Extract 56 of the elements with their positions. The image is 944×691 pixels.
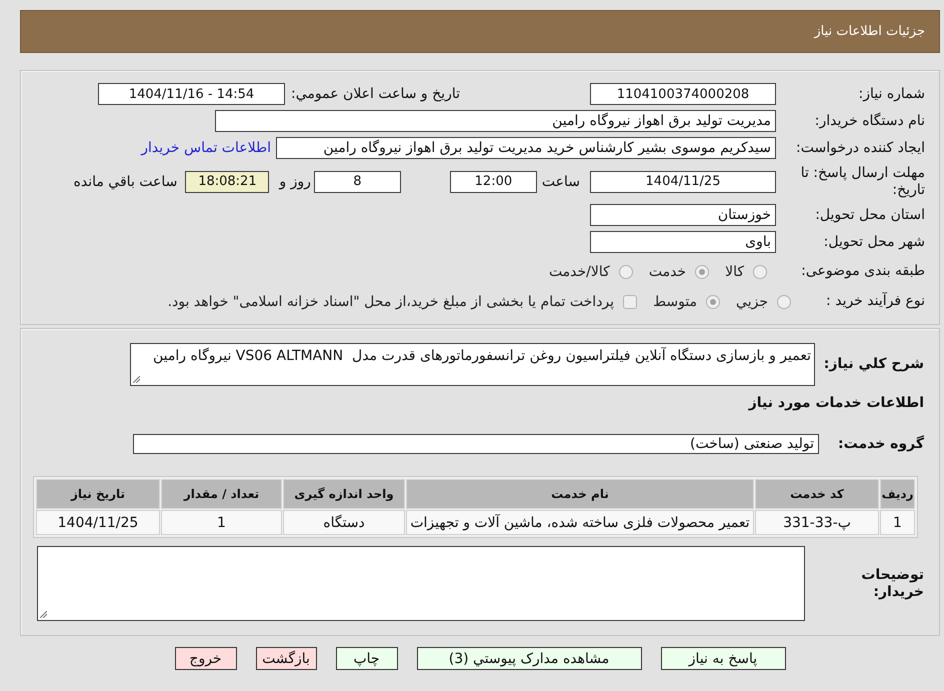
table-cell: تعمیر محصولات فلزی ساخته شده، ماشین آلات و تجهیزات [406, 510, 754, 535]
column-header: کد خدمت [755, 479, 879, 509]
resize-grip-icon[interactable] [133, 376, 140, 383]
field-label: روز و [279, 174, 311, 190]
service-group-field: تولید صنعتی (ساخت) [133, 434, 819, 454]
checkbox-label: پرداخت تمام یا بخشی از مبلغ خرید،از محل "اسناد خزانه اسلامی" خواهد بود. [168, 294, 614, 310]
table-cell: 1 [880, 510, 915, 535]
field-label: تاریخ و ساعت اعلان عمومي: [291, 86, 460, 102]
city-field: باوی [590, 231, 776, 253]
deadline-time-field: 12:00 [450, 170, 537, 192]
table-cell: دستگاه [283, 510, 405, 535]
resize-grip-icon[interactable] [40, 611, 47, 618]
field-label: طبقه بندی موضوعی: [800, 263, 925, 280]
field-label: نام دستگاه خریدار: [814, 112, 925, 130]
field-label: استان محل تحویل: [814, 206, 925, 224]
field-label: شهر محل تحویل: [822, 234, 925, 250]
attachments-button[interactable]: مشاهده مدارک پیوستي (3) [416, 647, 642, 670]
radio-label: خدمت [648, 264, 686, 280]
province-field: خوزستان [590, 204, 776, 226]
column-header: تعداد / مقدار [161, 479, 282, 509]
remaining-time-field: 18:08:21 [185, 170, 270, 192]
section-title: اطلاعات خدمات مورد نیاز [747, 395, 924, 412]
requester-field: سیدکریم موسوی بشیر کارشناس خرید مدیریت تولید برق اهواز نیروگاه رامین [276, 137, 776, 159]
field-label: ساعت [542, 174, 580, 190]
column-header: نام خدمت [406, 479, 754, 509]
radio-label: کالا/خدمت [548, 264, 610, 280]
field-label: شرح کلي نیاز: [822, 356, 924, 373]
column-header: واحد اندازه گیری [283, 479, 405, 509]
field-label: ایجاد کننده درخواست: [795, 140, 925, 156]
notes-field[interactable] [37, 546, 805, 621]
field-label: ساعت باقي مانده [74, 174, 178, 190]
print-button[interactable]: چاپ [336, 647, 398, 670]
field-label: شماره نیاز: [858, 86, 925, 102]
radio-label: جزيي [736, 294, 768, 310]
field-label: گروه خدمت: [839, 436, 924, 452]
radio-label: کالا [725, 264, 744, 280]
table-cell: 1404/11/25 [36, 510, 160, 535]
contact-link[interactable]: اطلاعات تماس خریدار [141, 140, 271, 156]
reply-button[interactable]: پاسخ به نیاز [660, 647, 786, 670]
exit-button[interactable]: خروج [174, 647, 236, 670]
deadline-date-field: 1404/11/25 [590, 170, 776, 192]
field-label: مهلت ارسال پاسخ: تا تاریخ: [800, 164, 925, 198]
page-title: جزئیات اطلاعات نیاز [814, 24, 925, 39]
column-header: ردیف [880, 479, 915, 509]
field-label: نوع فرآیند خرید : [825, 293, 925, 310]
description-field[interactable]: تعمیر و بازسازی دستگاه آنلاین فیلتراسیون روغن ترانسفورماتورهای قدرت مدل VS06 ALTMANN نیروگاه رامین [130, 343, 815, 386]
table-cell: پ-33-331 [755, 510, 879, 535]
buyer-org-field: مدیریت تولید برق اهواز نیروگاه رامین [215, 110, 776, 132]
need-number-field: 1104100374000208 [590, 83, 776, 105]
field-label: توضیحات خریدار: [860, 566, 924, 600]
days-field: 8 [314, 170, 401, 192]
announce-date-field: 1404/11/16 - 14:54 [98, 83, 286, 105]
column-header: تاریخ نیاز [36, 479, 160, 509]
radio-label: متوسط [653, 294, 698, 310]
back-button[interactable]: بازگشت [256, 647, 316, 670]
table-cell: 1 [161, 510, 282, 535]
